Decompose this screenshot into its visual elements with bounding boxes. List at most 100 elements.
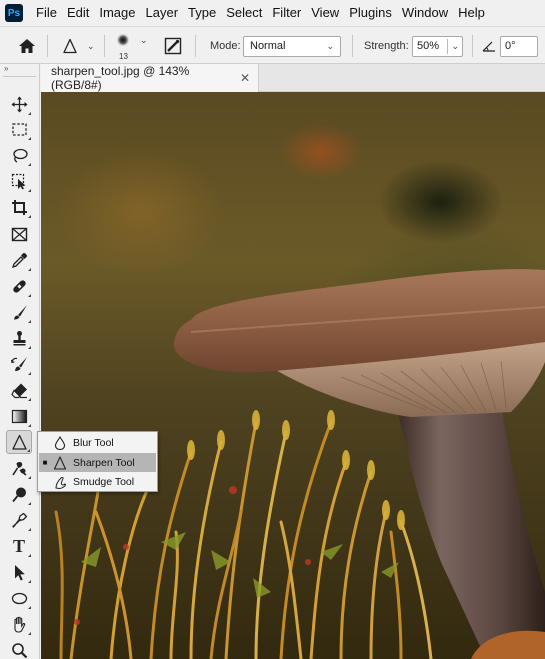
- menu-layer[interactable]: Layer: [141, 0, 184, 26]
- strength-value: 50%: [417, 40, 440, 52]
- flyout-indicator-icon: [28, 580, 31, 583]
- hand-icon: [13, 616, 25, 633]
- move-tool[interactable]: [6, 92, 32, 116]
- flyout-indicator-icon: [28, 476, 31, 479]
- flyout-label-blur: Blur Tool: [73, 436, 114, 449]
- smudge-finger-icon: [51, 474, 69, 490]
- type-t-icon: T: [12, 535, 25, 556]
- tool-preset-picker[interactable]: ⌄: [62, 27, 95, 65]
- options-divider: [47, 35, 48, 57]
- flyout-indicator-icon: [28, 112, 31, 115]
- menu-help[interactable]: Help: [453, 0, 490, 26]
- gradient-icon: [11, 409, 27, 423]
- flyout-indicator-icon: [28, 372, 31, 375]
- stamp-icon: [13, 330, 25, 345]
- frame-icon: [11, 227, 27, 241]
- flyout-indicator-icon: [28, 294, 31, 297]
- menu-select[interactable]: Select: [221, 0, 267, 26]
- document-tab-title: sharpen_tool.jpg @ 143% (RGB/8#): [51, 64, 190, 92]
- sharpen-tool-icon: [63, 38, 77, 54]
- type-tool[interactable]: T: [6, 534, 32, 558]
- options-divider: [472, 35, 473, 57]
- history-brush-tool[interactable]: [6, 352, 32, 376]
- sharpen-tool-icon: [11, 434, 27, 450]
- ellipse-tool[interactable]: [6, 586, 32, 610]
- field-divider: [447, 38, 448, 54]
- path-selection-arrow-icon: [14, 564, 25, 580]
- brush-size-value: 13: [119, 52, 128, 61]
- home-button[interactable]: [18, 27, 36, 65]
- gradient-tool[interactable]: [6, 404, 32, 428]
- photoshop-logo-icon[interactable]: Ps: [5, 4, 23, 22]
- options-bar: ⌄ ⌄ 13 Mode: Normal ⌄ Strength: 50% ⌄ 0°: [0, 26, 545, 64]
- flyout-item-blur[interactable]: Blur Tool: [39, 433, 156, 452]
- menu-plugins[interactable]: Plugins: [344, 0, 397, 26]
- flyout-item-smudge[interactable]: Smudge Tool: [39, 472, 156, 491]
- menu-filter[interactable]: Filter: [267, 0, 306, 26]
- brush-settings-button[interactable]: [164, 27, 182, 65]
- frame-tool[interactable]: [6, 222, 32, 246]
- options-divider: [195, 35, 196, 57]
- sharpen-tool[interactable]: [6, 430, 32, 454]
- menu-bar: Ps File Edit Image Layer Type Select Fil…: [0, 0, 545, 26]
- panel-collapse-icon[interactable]: »: [0, 64, 39, 74]
- menu-type[interactable]: Type: [183, 0, 221, 26]
- close-tab-icon[interactable]: ✕: [240, 71, 250, 85]
- toning-tools-flyout: Blur Tool ■ Sharpen Tool Smudge Tool: [37, 431, 158, 492]
- zoom-tool[interactable]: [6, 638, 32, 659]
- menu-image[interactable]: Image: [94, 0, 140, 26]
- flyout-indicator-icon: [28, 554, 31, 557]
- eyedropper-tool[interactable]: [6, 248, 32, 272]
- flyout-indicator-icon: [28, 424, 31, 427]
- flyout-item-sharpen[interactable]: ■ Sharpen Tool: [39, 453, 156, 472]
- flyout-indicator-icon: [28, 398, 31, 401]
- strength-field[interactable]: 50% ⌄: [412, 35, 463, 57]
- pen-tool[interactable]: [6, 508, 32, 532]
- blur-drop-icon: [51, 435, 69, 451]
- options-divider: [352, 35, 353, 57]
- soft-brush-icon: [116, 33, 130, 47]
- healing-bandage-icon: [12, 279, 26, 293]
- angle-field[interactable]: 0°: [500, 35, 538, 57]
- burn-tool[interactable]: [6, 482, 32, 506]
- options-divider: [104, 35, 105, 57]
- panel-divider: [3, 76, 36, 77]
- clone-stamp-tool[interactable]: [6, 326, 32, 350]
- hand-tool[interactable]: [6, 612, 32, 636]
- path-select-tool[interactable]: [6, 560, 32, 584]
- strength-label: Strength:: [364, 40, 409, 52]
- brush-tool[interactable]: [6, 300, 32, 324]
- brush-settings-icon: [164, 37, 182, 55]
- document-tab[interactable]: sharpen_tool.jpg @ 143% (RGB/8#) ✕: [41, 64, 259, 92]
- marquee-tool[interactable]: [6, 117, 32, 141]
- menu-file[interactable]: File: [31, 0, 62, 26]
- mode-select[interactable]: Normal ⌄: [243, 35, 341, 57]
- rectangular-marquee-icon: [11, 122, 27, 136]
- lasso-tool[interactable]: [6, 143, 32, 167]
- menu-edit[interactable]: Edit: [62, 0, 94, 26]
- flyout-indicator-icon: [28, 606, 31, 609]
- flyout-indicator-icon: [28, 189, 31, 192]
- spot-healing-tool[interactable]: [6, 274, 32, 298]
- brush-icon: [13, 304, 27, 319]
- ellipse-shape-icon: [11, 592, 27, 604]
- image-canvas[interactable]: [41, 92, 545, 659]
- menu-window[interactable]: Window: [397, 0, 453, 26]
- home-icon: [19, 39, 35, 53]
- chevron-down-icon: ⌄: [140, 34, 148, 45]
- flyout-indicator-icon: [28, 346, 31, 349]
- flyout-indicator-icon: [28, 215, 31, 218]
- move-icon: [11, 96, 27, 112]
- dodge-tool[interactable]: [6, 456, 32, 480]
- chevron-down-icon: ⌄: [326, 40, 334, 51]
- eraser-tool[interactable]: [6, 378, 32, 402]
- crop-icon: [11, 199, 27, 215]
- object-select-tool[interactable]: [6, 169, 32, 193]
- burn-icon: [11, 487, 26, 502]
- flyout-indicator-icon: [28, 502, 31, 505]
- crop-tool[interactable]: [6, 195, 32, 219]
- flyout-indicator-icon: [28, 528, 31, 531]
- menu-view[interactable]: View: [306, 0, 344, 26]
- sharpen-triangle-icon: [51, 455, 69, 471]
- brush-preset-picker[interactable]: ⌄: [114, 27, 148, 53]
